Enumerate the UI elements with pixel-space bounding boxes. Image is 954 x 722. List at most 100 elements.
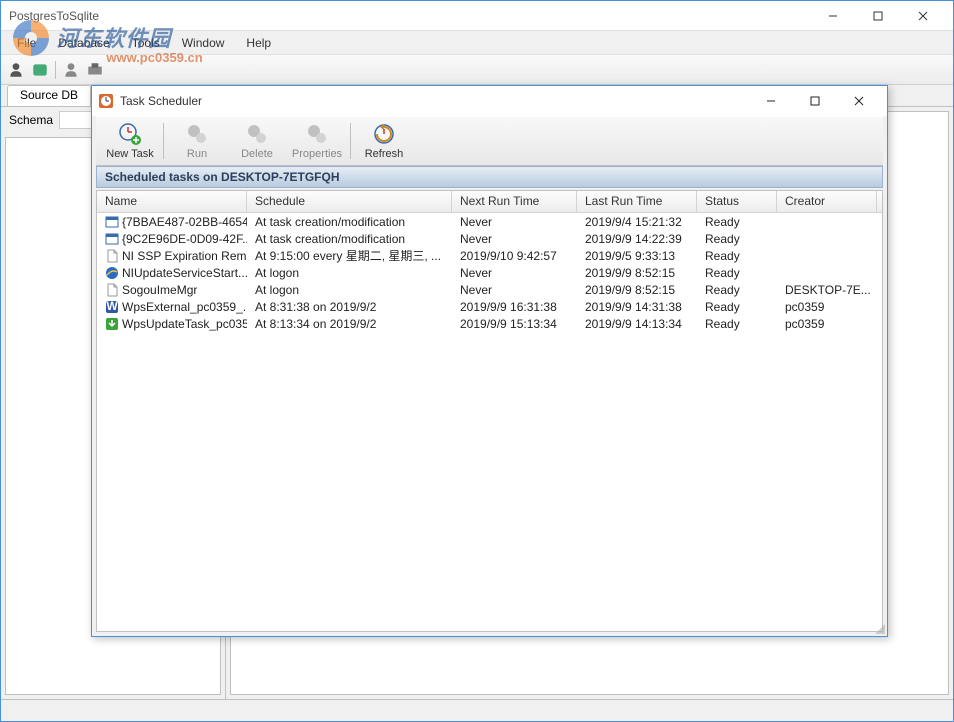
menu-database[interactable]: Database	[48, 34, 119, 52]
delete-button: Delete	[227, 117, 287, 165]
dialog-toolbar: New Task Run Delete Properties Refresh	[96, 116, 883, 166]
gears-run-icon	[185, 122, 209, 146]
cell-name: SogouImeMgr	[97, 283, 247, 297]
table-row[interactable]: {9C2E96DE-0D09-42F...At task creation/mo…	[97, 230, 882, 247]
cell-creator: pc0359	[777, 300, 877, 314]
gears-delete-icon	[245, 122, 269, 146]
cell-last: 2019/9/9 14:22:39	[577, 232, 697, 246]
cell-status: Ready	[697, 317, 777, 331]
dialog-maximize-button[interactable]	[793, 87, 837, 115]
cell-name: {9C2E96DE-0D09-42F...	[97, 232, 247, 246]
cell-last: 2019/9/9 8:52:15	[577, 266, 697, 280]
cell-next: Never	[452, 266, 577, 280]
cell-status: Ready	[697, 215, 777, 229]
refresh-label: Refresh	[365, 148, 404, 160]
cell-name: NI SSP Expiration Remi...	[97, 249, 247, 263]
table-row[interactable]: NIUpdateServiceStart...At logonNever2019…	[97, 264, 882, 281]
table-row[interactable]: WWpsExternal_pc0359_...At 8:31:38 on 201…	[97, 298, 882, 315]
main-statusbar	[1, 699, 953, 721]
dialog-close-button[interactable]	[837, 87, 881, 115]
cell-creator: pc0359	[777, 317, 877, 331]
clock-plus-icon	[118, 122, 142, 146]
cell-schedule: At 8:31:38 on 2019/9/2	[247, 300, 452, 314]
cell-name: WpsUpdateTask_pc0359	[97, 317, 247, 331]
schema-label: Schema	[9, 113, 53, 127]
dialog-app-icon	[98, 93, 114, 109]
cell-status: Ready	[697, 249, 777, 263]
new-task-label: New Task	[106, 148, 153, 160]
new-task-button[interactable]: New Task	[100, 117, 160, 165]
cell-status: Ready	[697, 300, 777, 314]
main-toolbar	[1, 55, 953, 85]
cell-schedule: At logon	[247, 266, 452, 280]
resize-grip[interactable]	[873, 622, 885, 634]
toolbar-separator	[163, 123, 164, 159]
list-header: Name Schedule Next Run Time Last Run Tim…	[97, 191, 882, 213]
close-button[interactable]	[900, 2, 945, 30]
dialog-minimize-button[interactable]	[749, 87, 793, 115]
cell-schedule: At logon	[247, 283, 452, 297]
main-window-controls	[810, 2, 945, 30]
cell-schedule: At 8:13:34 on 2019/9/2	[247, 317, 452, 331]
run-button: Run	[167, 117, 227, 165]
cell-schedule: At task creation/modification	[247, 232, 452, 246]
col-last[interactable]: Last Run Time	[577, 191, 697, 212]
cell-name: WWpsExternal_pc0359_...	[97, 300, 247, 314]
cell-name: NIUpdateServiceStart...	[97, 266, 247, 280]
toolbar-icon-4[interactable]	[86, 61, 104, 79]
tab-source-db[interactable]: Source DB	[7, 85, 91, 106]
dialog-title: Task Scheduler	[120, 94, 202, 108]
toolbar-icon-1[interactable]	[7, 61, 25, 79]
cell-last: 2019/9/9 14:13:34	[577, 317, 697, 331]
refresh-button[interactable]: Refresh	[354, 117, 414, 165]
cell-next: Never	[452, 232, 577, 246]
properties-button: Properties	[287, 117, 347, 165]
table-row[interactable]: WpsUpdateTask_pc0359At 8:13:34 on 2019/9…	[97, 315, 882, 332]
main-menubar: File Database Tools Window Help	[1, 31, 953, 55]
list-body: {7BBAE487-02BB-4654...At task creation/m…	[97, 213, 882, 332]
col-schedule[interactable]: Schedule	[247, 191, 452, 212]
menu-tools[interactable]: Tools	[122, 34, 170, 52]
cell-last: 2019/9/5 9:33:13	[577, 249, 697, 263]
cell-next: Never	[452, 215, 577, 229]
menu-help[interactable]: Help	[236, 34, 281, 52]
cell-name: {7BBAE487-02BB-4654...	[97, 215, 247, 229]
main-titlebar: PostgresToSqlite	[1, 1, 953, 31]
cell-next: 2019/9/9 15:13:34	[452, 317, 577, 331]
main-title: PostgresToSqlite	[9, 9, 99, 23]
cell-next: 2019/9/10 9:42:57	[452, 249, 577, 263]
dialog-window-controls	[749, 87, 881, 115]
cell-status: Ready	[697, 283, 777, 297]
clock-refresh-icon	[372, 122, 396, 146]
dialog-titlebar: Task Scheduler	[92, 86, 887, 116]
dialog-header: Scheduled tasks on DESKTOP-7ETGFQH	[96, 166, 883, 188]
col-name[interactable]: Name	[97, 191, 247, 212]
col-next[interactable]: Next Run Time	[452, 191, 577, 212]
toolbar-separator	[350, 123, 351, 159]
cell-status: Ready	[697, 232, 777, 246]
col-creator[interactable]: Creator	[777, 191, 877, 212]
gears-properties-icon	[305, 122, 329, 146]
toolbar-icon-3[interactable]	[62, 61, 80, 79]
delete-label: Delete	[241, 148, 273, 160]
run-label: Run	[187, 148, 207, 160]
menu-window[interactable]: Window	[172, 34, 235, 52]
cell-schedule: At task creation/modification	[247, 215, 452, 229]
cell-last: 2019/9/9 14:31:38	[577, 300, 697, 314]
table-row[interactable]: {7BBAE487-02BB-4654...At task creation/m…	[97, 213, 882, 230]
col-status[interactable]: Status	[697, 191, 777, 212]
task-list[interactable]: Name Schedule Next Run Time Last Run Tim…	[96, 190, 883, 632]
table-row[interactable]: NI SSP Expiration Remi...At 9:15:00 ever…	[97, 247, 882, 264]
minimize-button[interactable]	[810, 2, 855, 30]
cell-creator: DESKTOP-7E...	[777, 283, 877, 297]
properties-label: Properties	[292, 148, 342, 160]
maximize-button[interactable]	[855, 2, 900, 30]
cell-last: 2019/9/4 15:21:32	[577, 215, 697, 229]
toolbar-icon-2[interactable]	[31, 61, 49, 79]
svg-text:W: W	[106, 300, 118, 313]
task-scheduler-dialog: Task Scheduler New Task Run Delete Prope…	[91, 85, 888, 637]
table-row[interactable]: SogouImeMgrAt logonNever2019/9/9 8:52:15…	[97, 281, 882, 298]
cell-schedule: At 9:15:00 every 星期二, 星期三, ...	[247, 247, 452, 264]
cell-next: Never	[452, 283, 577, 297]
menu-file[interactable]: File	[7, 34, 46, 52]
